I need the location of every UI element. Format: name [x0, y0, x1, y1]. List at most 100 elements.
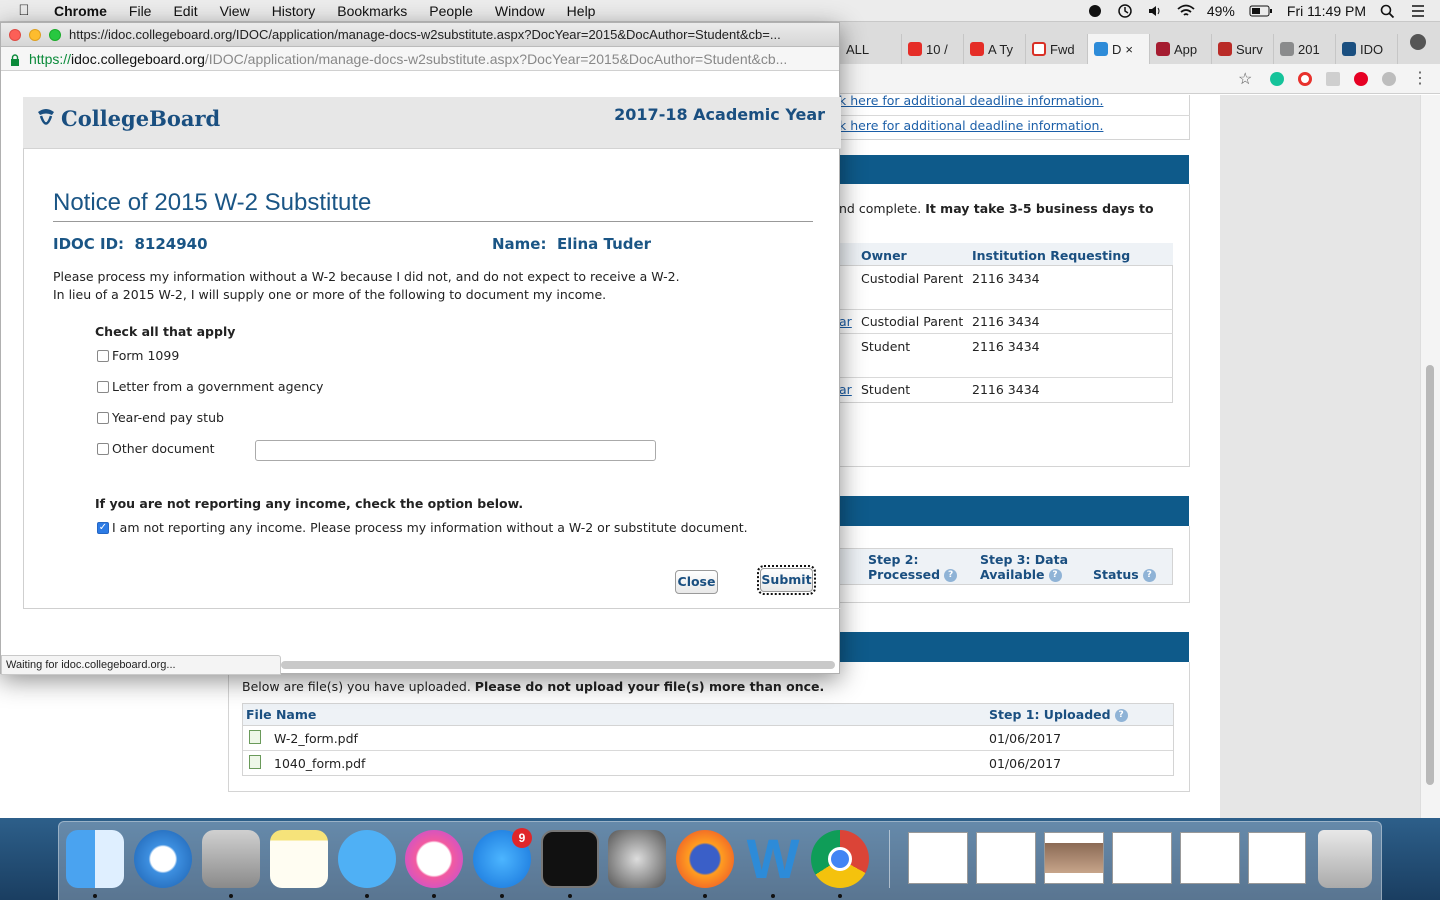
calculator-icon[interactable]	[202, 830, 260, 888]
spotlight-search-icon[interactable]	[1380, 4, 1396, 18]
section-header-bar	[839, 496, 1189, 526]
other-document-checkbox[interactable]	[97, 443, 109, 455]
finder-icon[interactable]	[66, 830, 124, 888]
page-scrollbar[interactable]	[1420, 95, 1440, 818]
firefox-icon[interactable]	[676, 830, 734, 888]
pinterest-extension-icon[interactable]	[1354, 72, 1368, 86]
downloads-stack-icon[interactable]	[1248, 832, 1306, 884]
step2-header: Step 2: Processed?	[868, 552, 968, 582]
bookmark-star-icon[interactable]: ☆	[1238, 69, 1252, 89]
page-gutter	[1220, 95, 1420, 818]
other-document-input[interactable]	[255, 440, 656, 461]
help-icon[interactable]: ?	[1142, 569, 1156, 582]
menu-history[interactable]: History	[261, 3, 327, 19]
minimized-window-thumbnail[interactable]	[976, 832, 1036, 884]
close-button[interactable]: Close	[675, 570, 718, 594]
col-file-name-header: File Name	[246, 707, 317, 722]
pay-stub-checkbox[interactable]	[97, 412, 109, 424]
quora-icon	[1218, 42, 1232, 56]
tab-survey[interactable]: Surv	[1212, 34, 1274, 64]
menu-file[interactable]: File	[118, 3, 163, 19]
form-1099-checkbox[interactable]	[97, 350, 109, 362]
minimized-window-thumbnail[interactable]	[1180, 832, 1240, 884]
submit-button[interactable]: Submit	[757, 565, 816, 595]
tab-201[interactable]: 201	[1274, 34, 1336, 64]
time-machine-icon[interactable]	[1117, 3, 1133, 18]
collegeboard-logo: CollegeBoard	[35, 105, 220, 131]
minimize-window-icon[interactable]	[29, 29, 41, 41]
extension-icon[interactable]	[1326, 72, 1340, 86]
acorn-icon	[38, 109, 54, 125]
help-icon[interactable]: ?	[1048, 569, 1062, 582]
scrollbar-thumb[interactable]	[1426, 365, 1434, 785]
privacy-extension-icon[interactable]	[1382, 72, 1396, 86]
other-document-label[interactable]: Other document	[112, 441, 215, 456]
shield-icon	[1156, 42, 1170, 56]
wifi-icon[interactable]	[1177, 4, 1195, 18]
deadline-info-link-1[interactable]: k here for additional deadline informati…	[839, 93, 1103, 108]
messages-icon[interactable]	[338, 830, 396, 888]
minimized-window-thumbnail[interactable]	[1112, 832, 1172, 884]
tab-idoc[interactable]: IDO	[1336, 34, 1398, 64]
form-1099-label[interactable]: Form 1099	[112, 348, 179, 363]
deadline-info-link-2[interactable]: k here for additional deadline informati…	[839, 118, 1103, 133]
menu-bookmarks[interactable]: Bookmarks	[326, 3, 418, 19]
battery-icon[interactable]	[1249, 4, 1273, 18]
no-income-label[interactable]: I am not reporting any income. Please pr…	[112, 520, 748, 535]
col-uploaded-header: Step 1: Uploaded?	[989, 707, 1128, 722]
apple-menu-icon[interactable]: 	[0, 2, 48, 19]
help-icon[interactable]: ?	[944, 569, 958, 582]
tab-youtube-1[interactable]: 10 /	[902, 34, 964, 64]
volume-icon[interactable]	[1147, 4, 1163, 18]
notification-icon[interactable]	[1087, 4, 1103, 18]
tab-app[interactable]: App	[1150, 34, 1212, 64]
tab-gmail[interactable]: Fwd	[1026, 34, 1088, 64]
no-income-checkbox[interactable]: ✓	[97, 522, 109, 534]
menu-app-chrome[interactable]: Chrome	[48, 3, 118, 19]
menu-window[interactable]: Window	[484, 3, 556, 19]
instruction-paragraph-1: Please process my information without a …	[53, 269, 680, 284]
government-letter-checkbox[interactable]	[97, 381, 109, 393]
running-indicator	[229, 894, 233, 898]
chrome-icon[interactable]	[811, 830, 869, 888]
popup-url[interactable]: https://idoc.collegeboard.org/IDOC/appli…	[29, 51, 835, 67]
trash-icon[interactable]	[1318, 830, 1372, 888]
safari-icon[interactable]	[134, 830, 192, 888]
table-row-institution: 2116 3434	[972, 339, 1040, 354]
table-row-owner: Custodial Parent	[861, 271, 964, 286]
notes-icon[interactable]	[270, 830, 328, 888]
menu-edit[interactable]: Edit	[162, 3, 208, 19]
menu-help[interactable]: Help	[556, 3, 607, 19]
menu-view[interactable]: View	[209, 3, 261, 19]
government-letter-label[interactable]: Letter from a government agency	[112, 379, 323, 394]
tab-youtube-2[interactable]: A Ty	[964, 34, 1026, 64]
tab-all[interactable]: ALL	[840, 34, 902, 64]
notification-center-icon[interactable]	[1410, 4, 1426, 18]
menu-people[interactable]: People	[418, 3, 484, 19]
minimized-window-thumbnail[interactable]	[1044, 832, 1104, 884]
pay-stub-label[interactable]: Year-end pay stub	[112, 410, 224, 425]
system-preferences-icon[interactable]	[608, 830, 666, 888]
popup-address-bar: https://idoc.collegeboard.org/IDOC/appli…	[1, 47, 839, 71]
tab-active-d[interactable]: D ×	[1088, 34, 1150, 64]
file-name[interactable]: 1040_form.pdf	[274, 756, 365, 771]
activity-monitor-icon[interactable]	[541, 830, 599, 888]
help-icon[interactable]: ?	[1114, 709, 1128, 722]
word-icon[interactable]: W	[744, 830, 802, 888]
zoom-window-icon[interactable]	[49, 29, 61, 41]
popup-horizontal-scrollbar[interactable]	[281, 661, 835, 669]
close-window-icon[interactable]	[9, 29, 21, 41]
file-upload-date: 01/06/2017	[989, 756, 1062, 771]
battery-percent[interactable]: 49%	[1207, 3, 1235, 19]
profile-icon[interactable]	[1410, 34, 1426, 50]
tab-close-icon[interactable]: ×	[1125, 42, 1133, 57]
table-row-institution: 2116 3434	[972, 271, 1040, 286]
menubar-clock[interactable]: Fri 11:49 PM	[1287, 3, 1366, 19]
file-name[interactable]: W-2_form.pdf	[274, 731, 358, 746]
grammarly-extension-icon[interactable]	[1270, 72, 1284, 86]
chrome-menu-icon[interactable]: ⋮	[1412, 68, 1428, 88]
minimized-window-thumbnail[interactable]	[908, 832, 968, 884]
opera-extension-icon[interactable]	[1298, 72, 1312, 86]
itunes-icon[interactable]	[405, 830, 463, 888]
app-store-badge: 9	[512, 828, 532, 848]
